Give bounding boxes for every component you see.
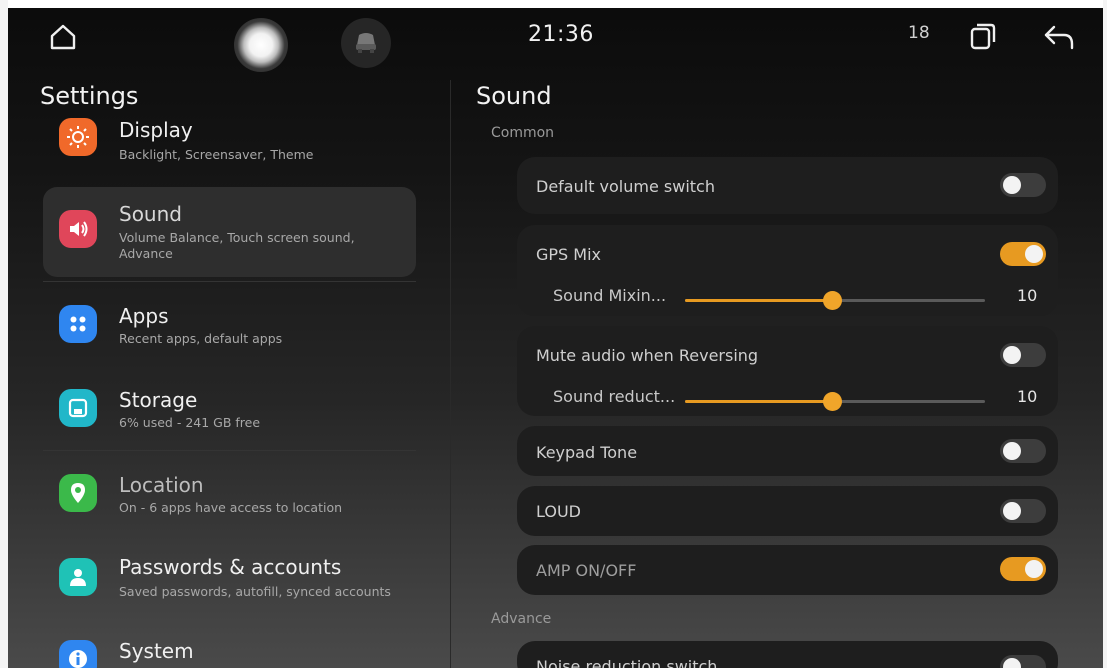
gps-mix-card: GPS Mix Sound Mixin... 10 [517,225,1058,316]
slider-knob[interactable] [823,392,842,411]
slider-fill [685,299,832,302]
menu-item-system[interactable]: System [43,623,416,668]
default-volume-card: Default volume switch [517,157,1058,214]
menu-item-passwords-title: Passwords & accounts [119,555,342,579]
menu-item-location-subtitle: On - 6 apps have access to location [119,500,343,515]
clock: 21:36 [528,22,594,47]
menu-item-passwords-subtitle: Saved passwords, autofill, synced accoun… [119,584,391,599]
screen: 21:36 18 Settings Display Backlight, Scr… [0,0,1107,668]
divider [43,281,416,282]
menu-item-sound[interactable]: Sound Volume Balance, Touch screen sound… [43,187,416,277]
menu-item-apps-title: Apps [119,304,169,328]
home-button[interactable] [48,22,78,52]
menu-item-apps[interactable]: Apps Recent apps, default apps [43,287,416,371]
sound-title: Sound [476,82,552,110]
noise-reduction-card: Noise reduction switch [517,641,1058,668]
menu-item-sound-title: Sound [119,202,182,226]
amp-card: AMP ON/OFF [517,545,1058,595]
gps-mix-label: GPS Mix [536,245,602,264]
keypad-tone-toggle[interactable] [1000,439,1046,463]
noise-reduction-toggle[interactable] [1000,655,1046,668]
sound-reduction-label: Sound reduct... [553,387,676,406]
status-bar: 21:36 18 [8,8,1103,72]
car-icon [356,33,376,53]
menu-item-location[interactable]: Location On - 6 apps have access to loca… [43,455,416,539]
person-icon [59,558,97,596]
menu-item-location-title: Location [119,473,204,497]
menu-item-display-subtitle: Backlight, Screensaver, Theme [119,147,314,162]
sound-reduction-value: 10 [1017,387,1038,406]
car-button[interactable] [341,18,391,68]
sound-mixing-label: Sound Mixin... [553,286,667,305]
back-arrow-icon [1044,25,1074,50]
menu-item-display-title: Display [119,118,193,142]
home-icon [50,24,76,50]
default-volume-label: Default volume switch [536,177,715,196]
mute-reversing-toggle[interactable] [1000,343,1046,367]
loud-card: LOUD [517,486,1058,536]
toggle-knob [1025,560,1043,578]
floppy-icon [59,389,97,427]
section-common: Common [491,125,555,141]
grid-icon [59,305,97,343]
loud-label: LOUD [536,502,581,521]
section-advance: Advance [491,611,552,627]
keypad-tone-card: Keypad Tone [517,426,1058,476]
toggle-knob [1003,658,1021,668]
divider [43,450,416,451]
keypad-tone-label: Keypad Tone [536,443,638,462]
panel-divider [450,80,451,668]
speaker-icon [59,210,97,248]
right-border [1103,0,1107,668]
left-border [0,0,8,668]
recents-button[interactable] [968,21,998,51]
sound-mixing-value: 10 [1017,286,1038,305]
menu-item-storage[interactable]: Storage 6% used - 241 GB free [43,370,416,454]
amp-toggle[interactable] [1000,557,1046,581]
top-border [0,0,1107,8]
menu-item-system-title: System [119,639,194,663]
toggle-knob [1025,245,1043,263]
toggle-knob [1003,176,1021,194]
menu-item-storage-subtitle: 6% used - 241 GB free [119,415,261,430]
recents-icon [970,23,996,50]
menu-item-apps-subtitle: Recent apps, default apps [119,331,283,346]
back-button[interactable] [1042,22,1078,52]
assistant-orb-button[interactable] [234,18,288,72]
default-volume-toggle[interactable] [1000,173,1046,197]
menu-item-storage-title: Storage [119,388,198,412]
menu-item-display[interactable]: Display Backlight, Screensaver, Theme [43,104,416,188]
sun-icon [59,118,97,156]
toggle-knob [1003,346,1021,364]
toggle-knob [1003,442,1021,460]
location-pin-icon [59,474,97,512]
menu-item-sound-subtitle: Volume Balance, Touch screen sound, Adva… [119,230,355,261]
noise-reduction-label: Noise reduction switch [536,657,718,668]
info-icon [59,640,97,668]
mute-reversing-card: Mute audio when Reversing Sound reduct..… [517,326,1058,416]
sound-reduction-slider[interactable] [685,392,985,411]
loud-toggle[interactable] [1000,499,1046,523]
menu-item-passwords-accounts[interactable]: Passwords & accounts Saved passwords, au… [43,539,416,623]
sound-mixing-slider[interactable] [685,291,985,310]
slider-fill [685,400,832,403]
mute-reversing-label: Mute audio when Reversing [536,346,759,365]
notification-count: 18 [908,23,930,43]
amp-label: AMP ON/OFF [536,561,637,580]
toggle-knob [1003,502,1021,520]
slider-knob[interactable] [823,291,842,310]
gps-mix-toggle[interactable] [1000,242,1046,266]
